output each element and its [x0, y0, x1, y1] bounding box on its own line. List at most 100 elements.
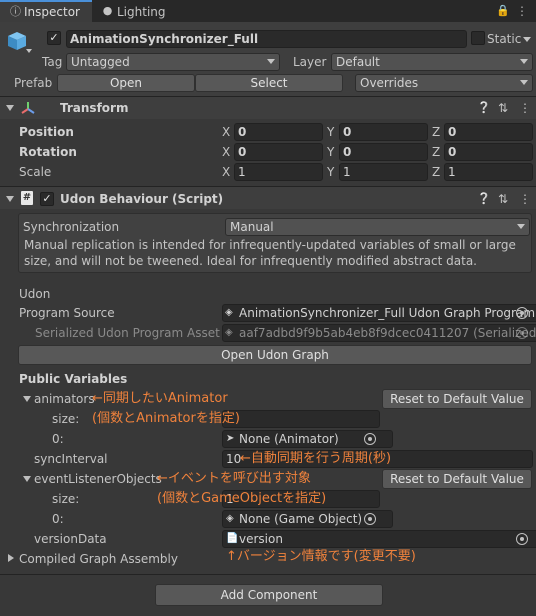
- foldout-arrow-icon[interactable]: [8, 554, 14, 562]
- foldout-arrow-icon[interactable]: [23, 396, 31, 402]
- component-menu-icon[interactable]: ⋮: [519, 191, 531, 207]
- layer-dropdown-value: Default: [336, 55, 380, 69]
- sync-label: Synchronization: [23, 220, 120, 234]
- scale-label: Scale: [19, 165, 52, 179]
- transform-icon: [21, 101, 35, 115]
- rotation-z-field[interactable]: 0: [444, 143, 533, 161]
- event-index0-label: 0:: [52, 512, 64, 526]
- object-picker-icon[interactable]: [364, 513, 376, 525]
- foldout-arrow-icon[interactable]: [6, 105, 14, 111]
- position-z-label[interactable]: Z: [432, 124, 440, 140]
- serialized-value: aaf7adbd9f9b5ab4eb8f9dcec0411207 (Serial…: [239, 326, 536, 340]
- preset-icon[interactable]: ⇅: [498, 100, 508, 116]
- tag-dropdown-value: Untagged: [71, 55, 130, 69]
- udon-asset-icon: ◈: [225, 307, 233, 318]
- udon-enabled-checkbox[interactable]: ✓: [40, 192, 54, 206]
- sync-interval-annotation: ←自動同期を行う周期(秒): [240, 451, 392, 466]
- gameobject-icon: ◈: [226, 513, 234, 524]
- static-checkbox[interactable]: [471, 31, 485, 45]
- tag-dropdown[interactable]: Untagged: [66, 53, 280, 71]
- event-listeners-label: eventListenerObjects: [34, 472, 162, 486]
- component-menu-icon[interactable]: ⋮: [519, 100, 531, 116]
- light-bulb-icon: ●: [102, 4, 113, 17]
- animators-annotation-2: (個数とAnimatorを指定): [92, 411, 240, 426]
- layer-dropdown[interactable]: Default: [331, 53, 533, 71]
- reset-animators-button[interactable]: Reset to Default Value: [382, 389, 532, 409]
- prefab-open-button[interactable]: Open: [57, 74, 195, 92]
- add-component-button[interactable]: Add Component: [155, 584, 383, 606]
- tab-inspector[interactable]: ⓘ Inspector: [0, 0, 92, 22]
- foldout-arrow-icon[interactable]: [6, 196, 14, 202]
- sync-interval-value: 10: [226, 452, 242, 466]
- object-picker-icon[interactable]: [516, 533, 528, 545]
- chevron-down-icon: [520, 80, 528, 85]
- active-checkbox[interactable]: ✓: [47, 31, 61, 45]
- udon-asset-icon: ◈: [225, 327, 233, 338]
- prefab-overrides-dropdown[interactable]: Overrides: [355, 74, 533, 92]
- version-value: version: [239, 532, 283, 546]
- scale-z-field[interactable]: 1: [444, 163, 533, 181]
- reset-event-listeners-button[interactable]: Reset to Default Value: [382, 469, 532, 489]
- chevron-down-icon: [517, 224, 525, 229]
- serialized-field: ◈ aaf7adbd9f9b5ab4eb8f9dcec0411207 (Seri…: [222, 324, 536, 342]
- event-element-value: None (Game Object): [239, 512, 363, 526]
- version-field[interactable]: 📄 version: [222, 530, 536, 548]
- rotation-x-label[interactable]: X: [222, 144, 230, 160]
- program-source-label: Program Source: [19, 306, 115, 320]
- position-x-field[interactable]: 0: [234, 123, 323, 141]
- layer-label: Layer: [293, 55, 327, 69]
- scale-x-field[interactable]: 1: [234, 163, 323, 181]
- program-source-field[interactable]: ◈ AnimationSynchronizer_Full Udon Graph …: [222, 304, 536, 322]
- animators-size-field[interactable]: [222, 410, 380, 428]
- animators-annotation: ←同期したいAnimator: [92, 391, 228, 406]
- divider: [0, 574, 536, 575]
- object-name-field[interactable]: AnimationSynchronizer_Full: [66, 30, 467, 48]
- object-picker-icon[interactable]: [364, 433, 376, 445]
- lock-icon[interactable]: 🔒: [496, 3, 510, 19]
- object-picker-icon: [516, 327, 528, 339]
- position-y-label[interactable]: Y: [327, 124, 334, 140]
- text-asset-icon: 📄: [226, 533, 239, 544]
- animators-label: animators: [34, 392, 95, 406]
- compiled-assembly-label: Compiled Graph Assembly: [19, 552, 178, 566]
- animator-icon: ➤: [226, 433, 235, 444]
- prefab-select-button[interactable]: Select: [195, 74, 343, 92]
- chevron-down-icon: [520, 59, 528, 64]
- public-variables-label: Public Variables: [19, 372, 128, 386]
- event-listeners-annotation: ←イベントを呼び出す対象: [157, 471, 311, 486]
- version-label: versionData: [34, 532, 107, 546]
- animators-element-value: None (Animator): [239, 432, 339, 446]
- rotation-label: Rotation: [19, 145, 77, 159]
- foldout-arrow-icon[interactable]: [23, 476, 31, 482]
- kebab-menu-icon[interactable]: ⋮: [516, 3, 528, 19]
- event-size-label: size:: [52, 492, 80, 506]
- gameobject-cube-icon[interactable]: [6, 30, 28, 52]
- help-icon[interactable]: ❔: [477, 100, 491, 116]
- object-picker-icon[interactable]: [516, 307, 528, 319]
- scale-y-field[interactable]: 1: [339, 163, 428, 181]
- sync-dropdown[interactable]: Manual: [225, 218, 530, 236]
- chevron-down-icon: [267, 59, 275, 64]
- preset-icon[interactable]: ⇅: [498, 191, 508, 207]
- scale-y-label[interactable]: Y: [327, 164, 334, 180]
- scale-x-label[interactable]: X: [222, 164, 230, 180]
- prefab-overrides-value: Overrides: [360, 76, 419, 90]
- rotation-y-field[interactable]: 0: [339, 143, 428, 161]
- help-icon[interactable]: ❔: [477, 191, 491, 207]
- animators-index0-label: 0:: [52, 432, 64, 446]
- open-udon-graph-button[interactable]: Open Udon Graph: [18, 345, 532, 365]
- info-icon: ⓘ: [10, 5, 21, 18]
- rotation-x-field[interactable]: 0: [234, 143, 323, 161]
- tab-lighting[interactable]: ● Lighting: [95, 0, 185, 22]
- rotation-y-label[interactable]: Y: [327, 144, 334, 160]
- rotation-z-label[interactable]: Z: [432, 144, 440, 160]
- position-x-label[interactable]: X: [222, 124, 230, 140]
- sync-help-text: Manual replication is intended for infre…: [24, 238, 516, 268]
- sync-dropdown-value: Manual: [230, 220, 274, 234]
- icon-dropdown-arrow-icon[interactable]: [26, 49, 32, 53]
- position-z-field[interactable]: 0: [444, 123, 533, 141]
- scale-z-label[interactable]: Z: [432, 164, 440, 180]
- position-y-field[interactable]: 0: [339, 123, 428, 141]
- static-dropdown-arrow-icon[interactable]: [523, 37, 531, 42]
- version-annotation: ↑バージョン情報です(変更不要): [226, 549, 416, 564]
